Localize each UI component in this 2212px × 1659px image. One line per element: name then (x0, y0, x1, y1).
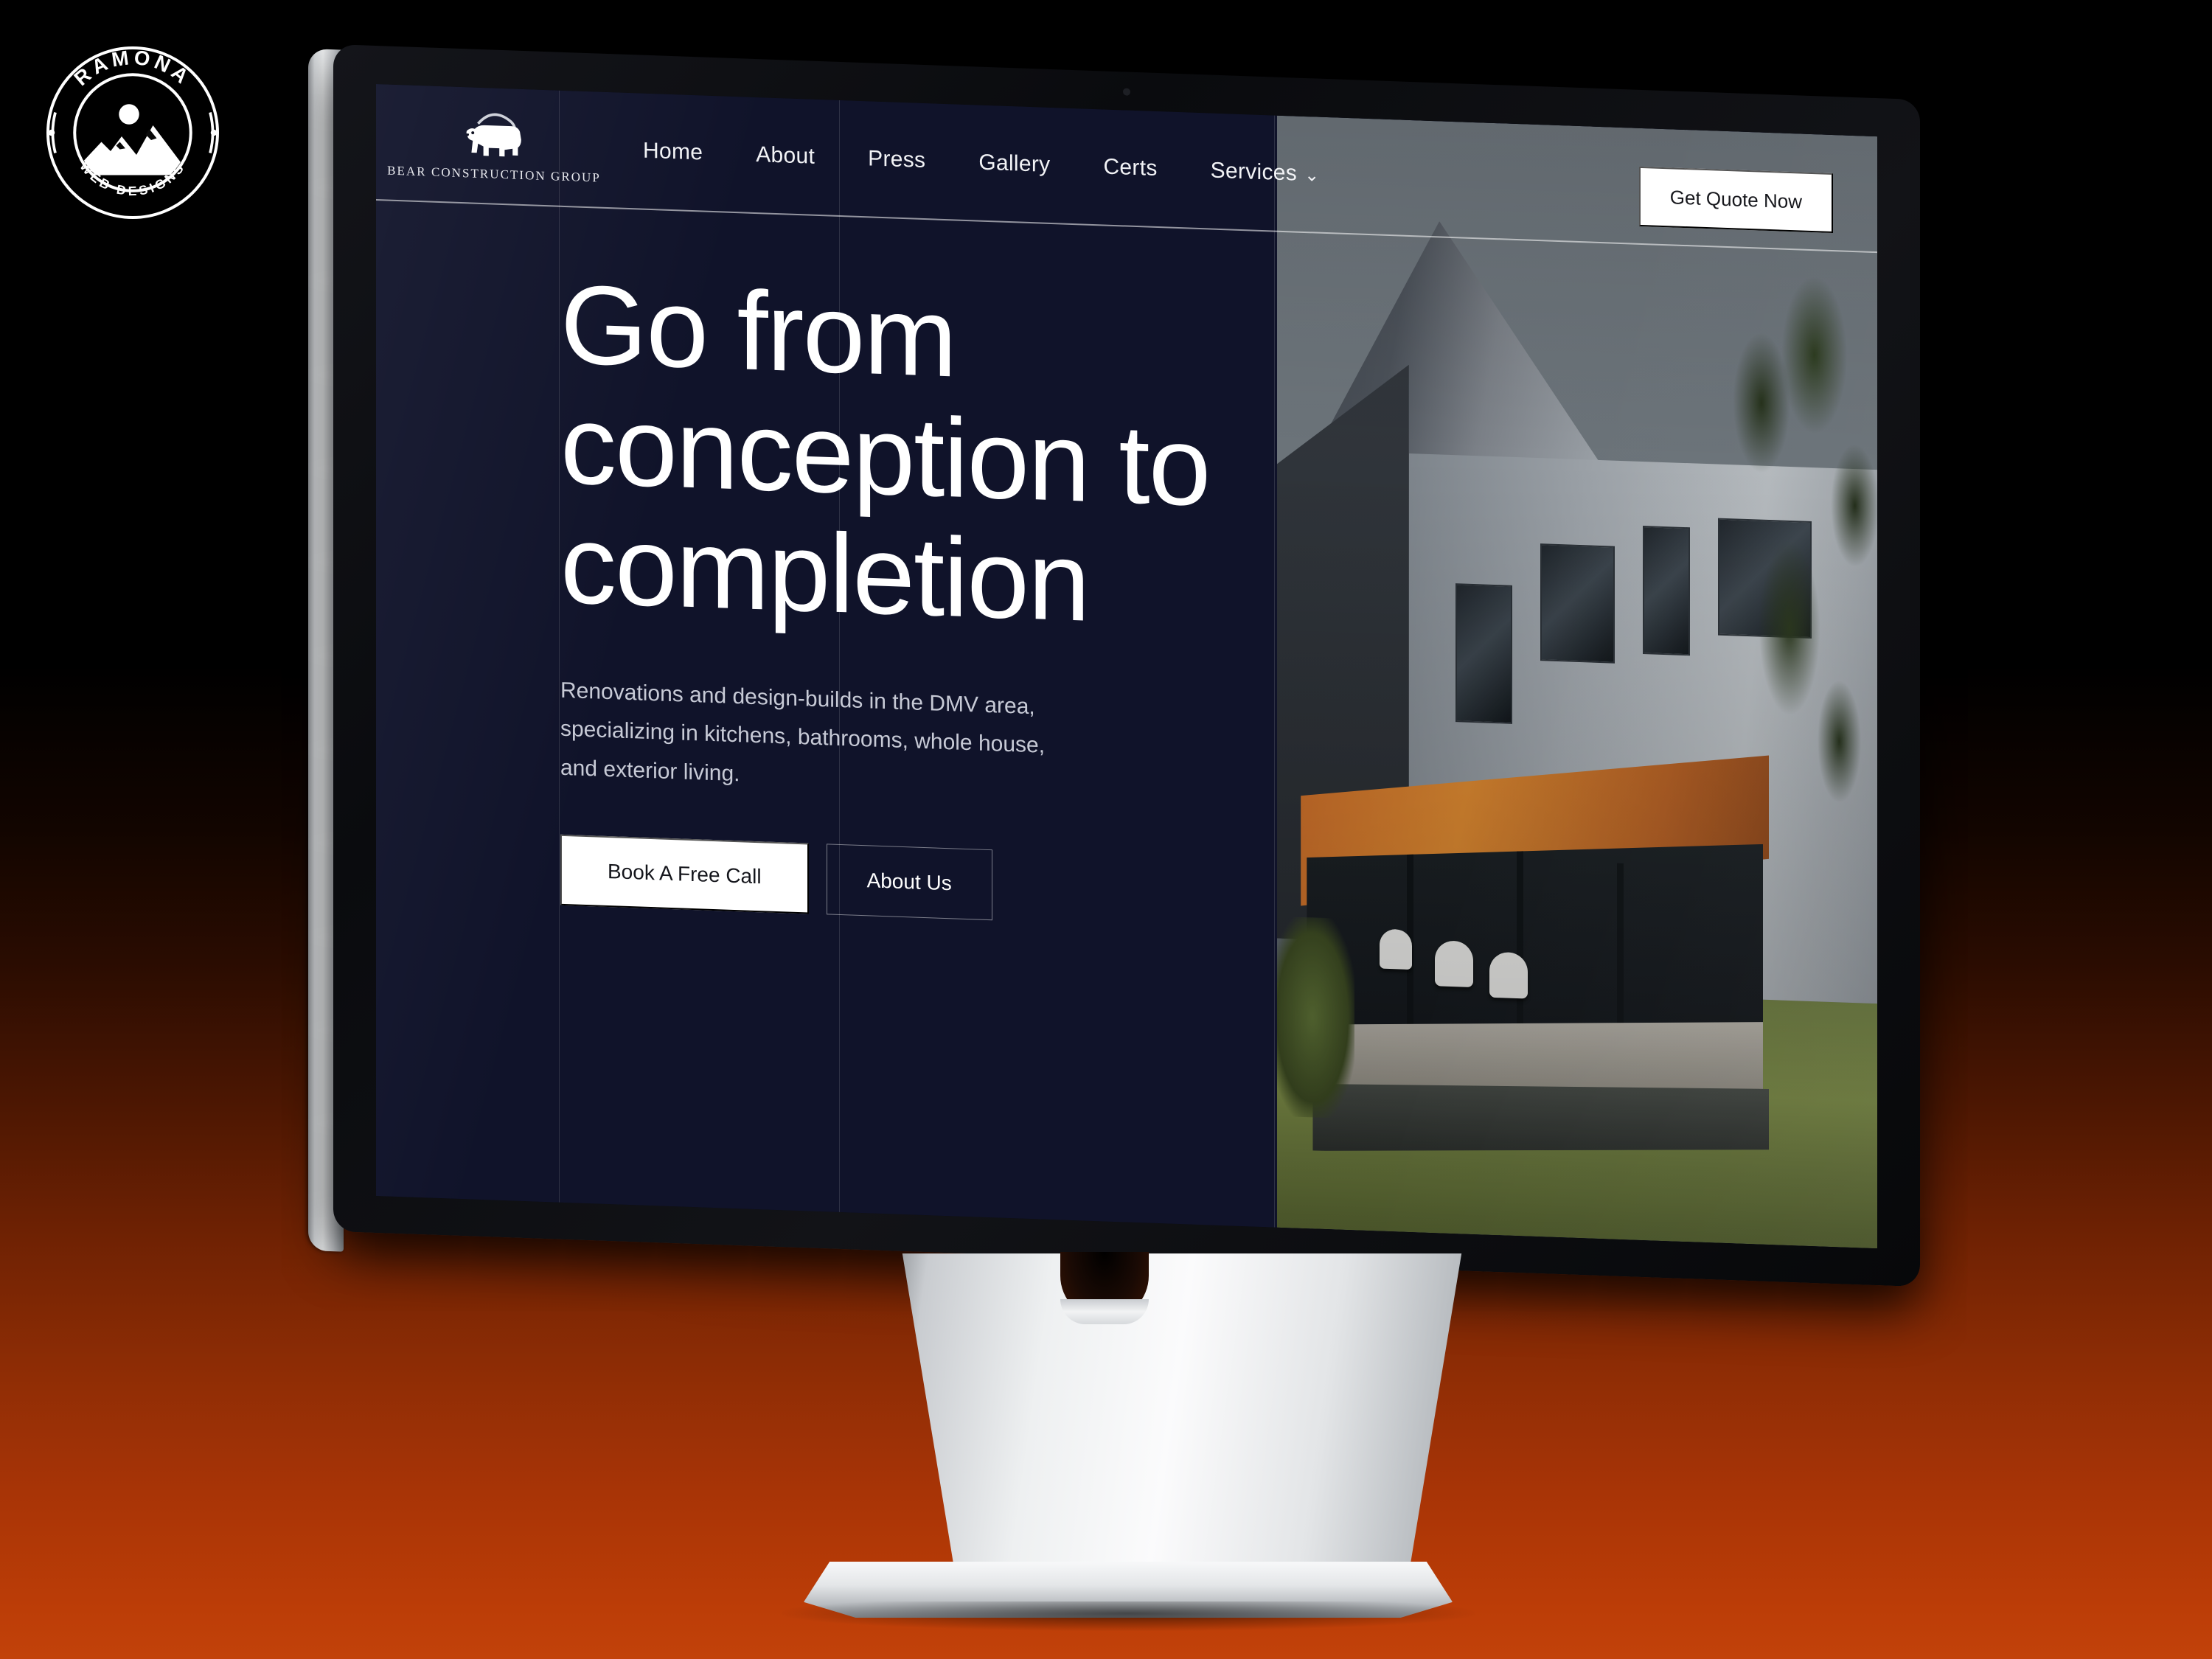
nav-item-press[interactable]: Press (868, 146, 925, 173)
hero-subtext: Renovations and design-builds in the DMV… (560, 672, 1077, 806)
hero-content: Go from conception to completion Renovat… (560, 261, 1416, 936)
hero-headline: Go from conception to completion (560, 261, 1416, 654)
nav-item-gallery[interactable]: Gallery (978, 150, 1050, 178)
about-us-button[interactable]: About Us (826, 844, 992, 921)
layout-divider (559, 90, 560, 1203)
headline-line-3: completion (560, 501, 1089, 646)
camera-dot-icon (1123, 88, 1130, 96)
headline-line-1: Go from (560, 261, 956, 401)
nav-links: Home About Press Gallery Certs Services ⌄ (643, 139, 1320, 187)
website-page: BEAR CONSTRUCTION GROUP Home About Press… (376, 84, 1877, 1249)
nav-item-about[interactable]: About (756, 142, 815, 170)
monitor-bezel: BEAR CONSTRUCTION GROUP Home About Press… (333, 44, 1920, 1287)
monitor-stand-shadow (782, 1601, 1475, 1631)
subtext-line-1: Renovations and design-builds in the DMV… (560, 678, 1035, 720)
nav-item-services-label: Services (1210, 158, 1298, 186)
subtext-line-2: specializing in kitchens, bathrooms, who… (560, 717, 1046, 759)
get-quote-button[interactable]: Get Quote Now (1638, 166, 1833, 234)
bear-logo-icon (466, 113, 521, 157)
nav-item-home[interactable]: Home (643, 139, 703, 166)
chevron-down-icon: ⌄ (1304, 164, 1320, 186)
brand-logo[interactable]: BEAR CONSTRUCTION GROUP (376, 105, 601, 185)
hero-buttons: Book A Free Call About Us (560, 835, 1416, 936)
nav-item-certs[interactable]: Certs (1103, 154, 1157, 181)
brand-name: BEAR CONSTRUCTION GROUP (387, 163, 601, 185)
book-a-free-call-button[interactable]: Book A Free Call (560, 835, 809, 914)
subtext-line-3: and exterior living. (560, 755, 740, 787)
monitor-mockup: BEAR CONSTRUCTION GROUP Home About Press… (0, 0, 2212, 1659)
monitor-stand-neck (902, 1253, 1462, 1607)
monitor-screen: BEAR CONSTRUCTION GROUP Home About Press… (376, 84, 1877, 1249)
nav-item-services[interactable]: Services ⌄ (1211, 159, 1320, 187)
monitor-stand-notch-lip (1060, 1299, 1149, 1324)
